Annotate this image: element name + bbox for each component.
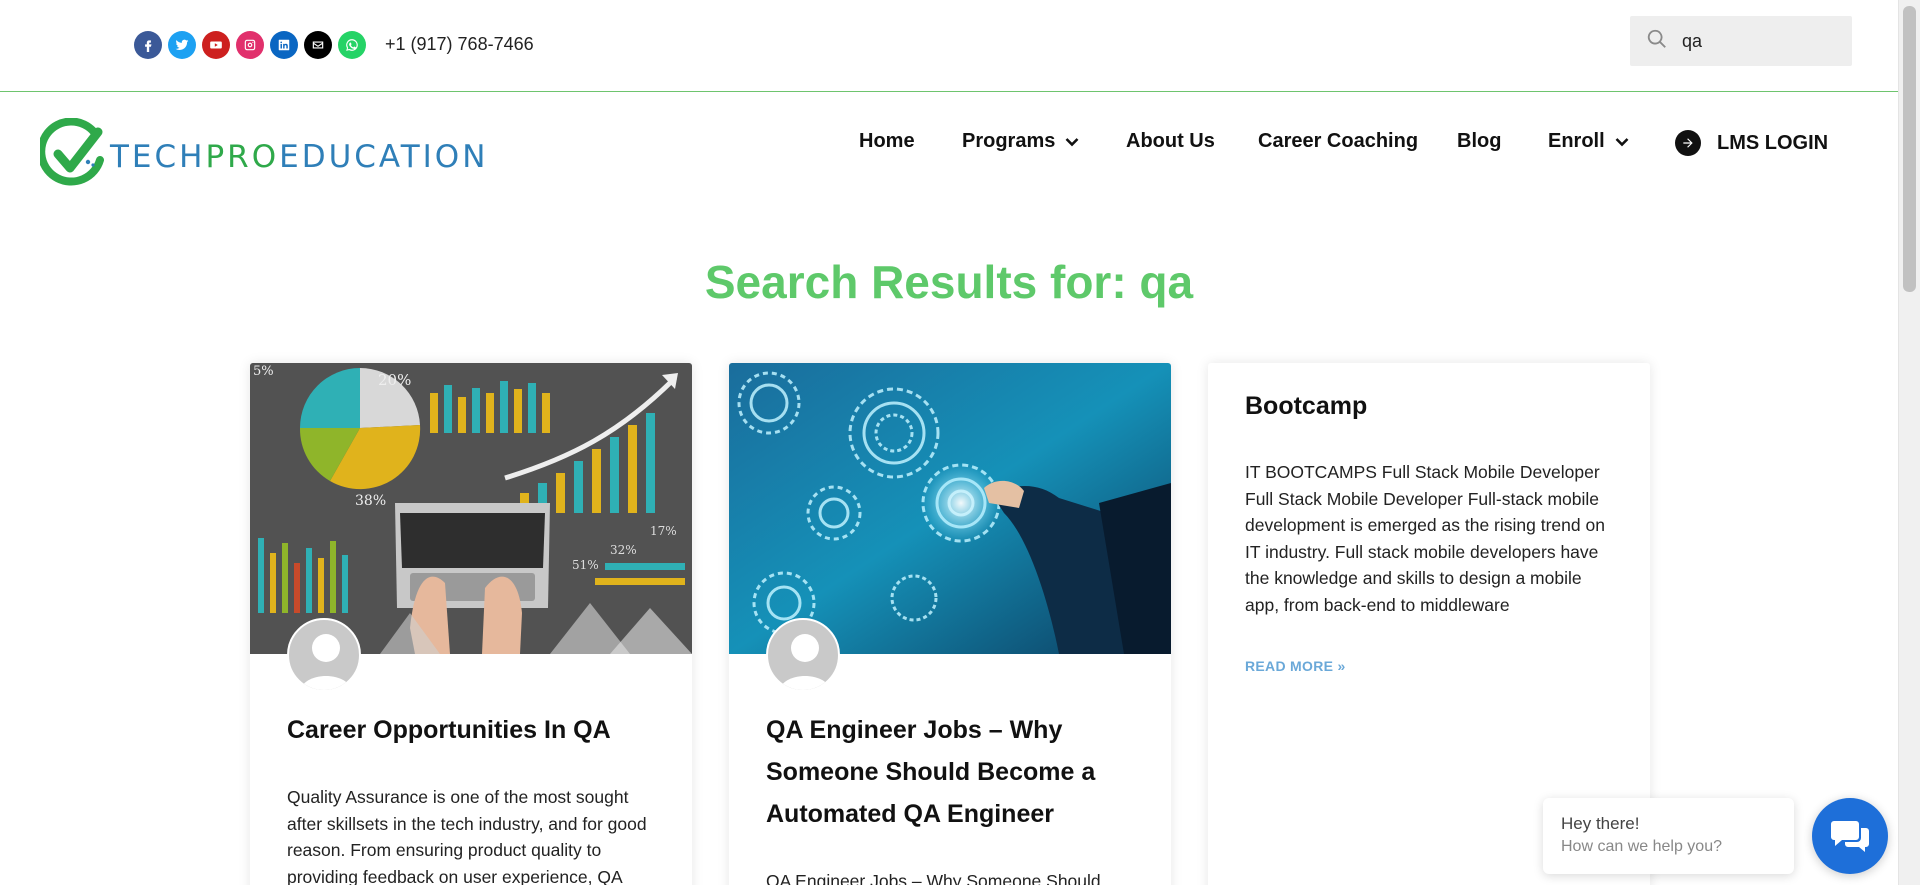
phone-number[interactable]: +1 (917) 768-7466	[385, 34, 534, 55]
svg-text:20%: 20%	[378, 371, 411, 389]
chat-greeting[interactable]: Hey there! How can we help you?	[1543, 798, 1794, 874]
page-scrollbar[interactable]	[1898, 0, 1920, 885]
read-more-link[interactable]: READ MORE »	[1245, 658, 1346, 674]
nav-about-us[interactable]: About Us	[1126, 130, 1215, 153]
chevron-down-icon	[1065, 137, 1079, 146]
envelope-icon[interactable]	[304, 31, 332, 59]
search-icon[interactable]	[1646, 28, 1668, 55]
chat-greeting-subtitle: How can we help you?	[1561, 838, 1722, 855]
main-nav: Home Programs About Us Career Coaching B…	[0, 130, 1898, 160]
result-title[interactable]: Career Opportunities In QA	[287, 709, 667, 751]
svg-text:32%: 32%	[610, 543, 637, 557]
nav-programs[interactable]: Programs	[962, 130, 1079, 153]
youtube-icon[interactable]	[202, 31, 230, 59]
result-excerpt: Quality Assurance is one of the most sou…	[287, 787, 647, 885]
top-bar: +1 (917) 768-7466	[0, 0, 1898, 92]
page-title: Search Results for: qa	[704, 256, 1194, 308]
facebook-icon[interactable]	[134, 31, 162, 59]
linkedin-icon[interactable]	[270, 31, 298, 59]
career-qa-image[interactable]: 5% 20% 38% 17% 32% 51%	[250, 363, 692, 654]
author-avatar[interactable]	[287, 618, 361, 692]
chat-greeting-title: Hey there!	[1561, 814, 1640, 833]
chevron-down-icon	[1615, 137, 1629, 146]
nav-enroll[interactable]: Enroll	[1548, 130, 1629, 153]
social-links	[134, 31, 366, 59]
svg-text:51%: 51%	[572, 558, 599, 572]
arrow-right-circle-icon	[1675, 130, 1701, 156]
chat-button[interactable]	[1812, 798, 1888, 874]
chat-icon	[1831, 821, 1869, 852]
author-avatar[interactable]	[766, 618, 840, 692]
twitter-icon[interactable]	[168, 31, 196, 59]
nav-career-coaching[interactable]: Career Coaching	[1258, 130, 1418, 153]
instagram-icon[interactable]	[236, 31, 264, 59]
svg-text:38%: 38%	[355, 493, 386, 509]
result-excerpt: IT BOOTCAMPS Full Stack Mobile Developer…	[1245, 462, 1605, 615]
search-box	[1630, 16, 1852, 66]
qa-engineer-image[interactable]	[729, 363, 1171, 654]
result-title[interactable]: Bootcamp	[1245, 385, 1625, 427]
result-title[interactable]: QA Engineer Jobs – Why Someone Should Be…	[766, 709, 1146, 835]
nav-blog[interactable]: Blog	[1457, 130, 1501, 153]
nav-home[interactable]: Home	[859, 130, 915, 153]
whatsapp-icon[interactable]	[338, 31, 366, 59]
scrollbar-thumb[interactable]	[1903, 6, 1916, 292]
svg-text:17%: 17%	[650, 524, 677, 538]
lms-login-button[interactable]: LMS LOGIN	[1675, 130, 1828, 156]
result-card: QA Engineer Jobs – Why Someone Should Be…	[729, 363, 1171, 885]
result-card: 5% 20% 38% 17% 32% 51% Career Opportunit…	[250, 363, 692, 885]
svg-text:5%: 5%	[253, 364, 274, 379]
search-input[interactable]	[1682, 30, 1832, 52]
result-excerpt: QA Engineer Jobs – Why Someone Should	[766, 871, 1101, 885]
